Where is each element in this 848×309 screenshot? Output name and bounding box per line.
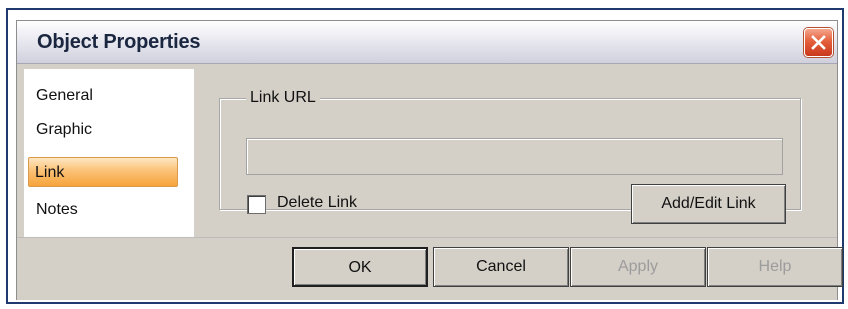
close-icon bbox=[811, 35, 826, 50]
dialog-title: Object Properties bbox=[37, 31, 201, 53]
object-properties-dialog: Object Properties General Graphic Link N… bbox=[16, 20, 843, 300]
apply-button[interactable]: Apply bbox=[570, 247, 706, 287]
tab-list: General Graphic Link Notes bbox=[24, 69, 194, 237]
tab-notes[interactable]: Notes bbox=[30, 195, 180, 225]
link-tab-panel: Link URL Delete Link Add/Edit Link bbox=[194, 69, 831, 237]
ok-button[interactable]: OK bbox=[292, 247, 428, 287]
add-edit-link-button[interactable]: Add/Edit Link bbox=[631, 184, 786, 224]
delete-link-label[interactable]: Delete Link bbox=[277, 193, 357, 213]
tab-general[interactable]: General bbox=[30, 81, 180, 111]
tab-link[interactable]: Link bbox=[28, 157, 178, 187]
link-url-group-label: Link URL bbox=[246, 89, 320, 107]
link-url-input[interactable] bbox=[246, 138, 783, 175]
delete-link-checkbox[interactable] bbox=[247, 195, 266, 214]
dialog-footer: OK Cancel Apply Help bbox=[17, 237, 843, 300]
tab-graphic[interactable]: Graphic bbox=[30, 115, 180, 145]
close-button[interactable] bbox=[804, 28, 833, 57]
help-button[interactable]: Help bbox=[707, 247, 843, 287]
title-bar: Object Properties bbox=[17, 21, 837, 64]
cancel-button[interactable]: Cancel bbox=[433, 247, 569, 287]
